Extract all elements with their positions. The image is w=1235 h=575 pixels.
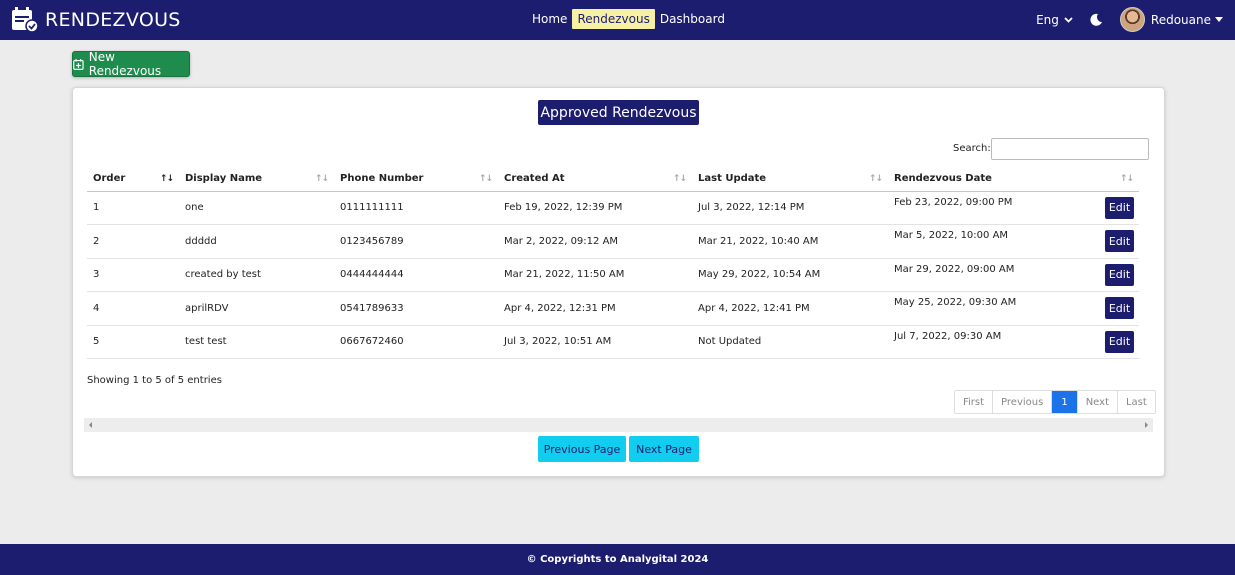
column-header-phone-number[interactable]: Phone Number ↑↓	[334, 166, 498, 192]
cell-updated: Jul 3, 2022, 12:14 PM	[692, 191, 888, 225]
column-header-last-update[interactable]: Last Update ↑↓	[692, 166, 888, 192]
language-dropdown[interactable]: Eng	[1036, 13, 1073, 27]
column-header-rendezvous-date[interactable]: Rendezvous Date ↑↓	[888, 166, 1139, 192]
chevron-down-icon	[1064, 16, 1073, 23]
column-header-created-at[interactable]: Created At ↑↓	[498, 166, 692, 192]
pagination: First Previous 1 Next Last	[954, 390, 1156, 414]
next-page-button[interactable]: Next Page	[629, 436, 699, 462]
edit-button[interactable]: Edit	[1105, 297, 1134, 320]
cell-phone: 0667672460	[334, 325, 498, 359]
user-menu[interactable]: Redouane	[1151, 13, 1223, 27]
cell-date-text: Mar 29, 2022, 09:00 AM	[894, 263, 1015, 275]
cell-order: 5	[87, 325, 179, 359]
cell-phone: 0123456789	[334, 224, 498, 259]
card-title: Approved Rendezvous	[538, 100, 699, 125]
pager-first[interactable]: First	[955, 391, 994, 413]
cell-date-text: May 25, 2022, 09:30 AM	[894, 297, 1017, 309]
cell-created: Mar 2, 2022, 09:12 AM	[498, 224, 692, 259]
avatar[interactable]	[1119, 7, 1145, 32]
sort-icon: ↑↓	[868, 174, 883, 184]
language-label: Eng	[1036, 12, 1059, 27]
nav-home[interactable]: Home	[527, 9, 572, 29]
cell-phone: 0111111111	[334, 191, 498, 225]
table-row: 2 ddddd 0123456789 Mar 2, 2022, 09:12 AM…	[87, 224, 1139, 259]
scroll-left-icon[interactable]	[89, 422, 92, 428]
cell-date: Jul 7, 2022, 09:30 AM Edit	[888, 325, 1139, 359]
table-header-row: Order ↑↓ Display Name ↑↓ Phone Number ↑↓ Cr…	[87, 166, 1139, 192]
column-header-display-name[interactable]: Display Name ↑↓	[179, 166, 334, 192]
cell-display-name: created by test	[179, 258, 334, 292]
caret-down-icon	[1215, 17, 1223, 22]
table-row: 3 created by test 0444444444 Mar 21, 202…	[87, 258, 1139, 292]
sort-icon: ↑↓	[1119, 174, 1134, 184]
rendezvous-table: Order ↑↓ Display Name ↑↓ Phone Number ↑↓ Cr…	[87, 166, 1139, 359]
table-info: Showing 1 to 5 of 5 entries	[87, 375, 222, 386]
previous-page-button[interactable]: Previous Page	[538, 436, 626, 462]
calendar-check-icon	[12, 7, 39, 33]
sort-icon: ↑↓	[314, 174, 329, 184]
cell-date: Mar 29, 2022, 09:00 AM Edit	[888, 258, 1139, 292]
brand-title: RENDEZVOUS	[45, 9, 181, 31]
top-navbar: RENDEZVOUS Home Rendezvous Dashboard Eng…	[0, 0, 1235, 40]
cell-order: 1	[87, 191, 179, 225]
pager-last[interactable]: Last	[1117, 391, 1155, 413]
table-row: 5 test test 0667672460 Jul 3, 2022, 10:5…	[87, 325, 1139, 359]
cell-created: Feb 19, 2022, 12:39 PM	[498, 191, 692, 225]
cell-date-text: Mar 5, 2022, 10:00 AM	[894, 230, 1009, 242]
cell-date-text: Jul 7, 2022, 09:30 AM	[894, 330, 1002, 342]
cell-date: Mar 5, 2022, 10:00 AM Edit	[888, 224, 1139, 259]
scroll-right-icon[interactable]	[1145, 422, 1148, 428]
table-row: 1 one 0111111111 Feb 19, 2022, 12:39 PM …	[87, 191, 1139, 225]
cell-created: Jul 3, 2022, 10:51 AM	[498, 325, 692, 359]
cell-display-name: aprilRDV	[179, 291, 334, 326]
cell-display-name: ddddd	[179, 224, 334, 259]
search-input[interactable]	[991, 138, 1149, 160]
column-header-order[interactable]: Order ↑↓	[87, 166, 179, 192]
cell-date: May 25, 2022, 09:30 AM Edit	[888, 291, 1139, 326]
cell-date: Feb 23, 2022, 09:00 PM Edit	[888, 191, 1139, 225]
sort-icon: ↑↓	[159, 174, 174, 184]
footer: © Copyrights to Analygital 2024	[0, 544, 1235, 575]
rendezvous-card: Approved Rendezvous Search: Order ↑↓ Disp…	[72, 87, 1165, 477]
nav-right: Eng Redouane	[1036, 7, 1223, 32]
user-name: Redouane	[1150, 12, 1211, 27]
cell-phone: 0444444444	[334, 258, 498, 292]
pager-current-page[interactable]: 1	[1052, 391, 1078, 413]
cell-display-name: one	[179, 191, 334, 225]
edit-button[interactable]: Edit	[1105, 196, 1134, 219]
cell-updated: Mar 21, 2022, 10:40 AM	[692, 224, 888, 259]
cell-order: 3	[87, 258, 179, 292]
cell-updated: May 29, 2022, 10:54 AM	[692, 258, 888, 292]
edit-button[interactable]: Edit	[1105, 330, 1134, 353]
horizontal-scrollbar[interactable]	[84, 418, 1153, 432]
new-rendezvous-button[interactable]: New Rendezvous	[72, 50, 190, 78]
cell-created: Apr 4, 2022, 12:31 PM	[498, 291, 692, 326]
nav-dashboard[interactable]: Dashboard	[655, 9, 730, 29]
pager-previous[interactable]: Previous	[993, 391, 1053, 413]
sort-icon: ↑↓	[478, 174, 493, 184]
footer-text: © Copyrights to Analygital 2024	[526, 554, 709, 565]
edit-button[interactable]: Edit	[1105, 263, 1134, 286]
cell-created: Mar 21, 2022, 11:50 AM	[498, 258, 692, 292]
cell-updated: Not Updated	[692, 325, 888, 359]
cell-date-text: Feb 23, 2022, 09:00 PM	[894, 196, 1013, 208]
cell-order: 2	[87, 224, 179, 259]
table-row: 4 aprilRDV 0541789633 Apr 4, 2022, 12:31…	[87, 291, 1139, 326]
brand[interactable]: RENDEZVOUS	[11, 7, 181, 33]
calendar-plus-icon	[73, 58, 84, 70]
new-rendezvous-label: New Rendezvous	[88, 50, 162, 78]
sort-icon: ↑↓	[672, 174, 687, 184]
pager-next[interactable]: Next	[1077, 391, 1118, 413]
nav-rendezvous[interactable]: Rendezvous	[572, 9, 655, 29]
cell-order: 4	[87, 291, 179, 326]
search-label: Search:	[953, 143, 991, 154]
edit-button[interactable]: Edit	[1105, 230, 1134, 253]
nav-links: Home Rendezvous Dashboard	[527, 9, 730, 29]
moon-icon[interactable]	[1089, 13, 1103, 27]
cell-display-name: test test	[179, 325, 334, 359]
cell-updated: Apr 4, 2022, 12:41 PM	[692, 291, 888, 326]
cell-phone: 0541789633	[334, 291, 498, 326]
